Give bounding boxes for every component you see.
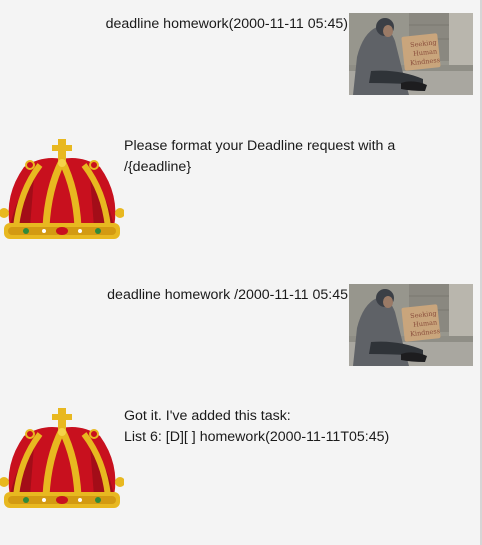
user-message-text: deadline homework(2000-11-11 05:45) [105, 16, 348, 32]
homeless-man-photo-icon: Seeking Human Kindness [349, 13, 473, 95]
bot-message-line: List 6: [D][ ] homework(2000-11-11T05:45… [124, 429, 390, 445]
crown-icon [0, 139, 125, 239]
chat-container: deadline homework(2000-11-11 05:45) Seek… [0, 0, 480, 545]
bot-message-line: Please format your Deadline request with… [124, 138, 396, 154]
user-message-text: deadline homework /2000-11-11 05:45 [107, 287, 348, 303]
bot-message-text: Got it. I've added this task: List 6: [D… [124, 406, 424, 448]
bot-avatar [0, 404, 125, 516]
bot-avatar [0, 135, 125, 247]
user-avatar-photo: Seeking Human Kindness [349, 13, 473, 95]
crown-icon [0, 408, 125, 508]
homeless-man-photo-icon: Seeking Human Kindness [349, 284, 473, 366]
bot-message-text: Please format your Deadline request with… [124, 136, 424, 178]
bot-message-line: Got it. I've added this task: [124, 408, 291, 424]
bot-message-line: /{deadline} [124, 159, 192, 175]
user-avatar-photo: Seeking Human Kindness [349, 284, 473, 366]
